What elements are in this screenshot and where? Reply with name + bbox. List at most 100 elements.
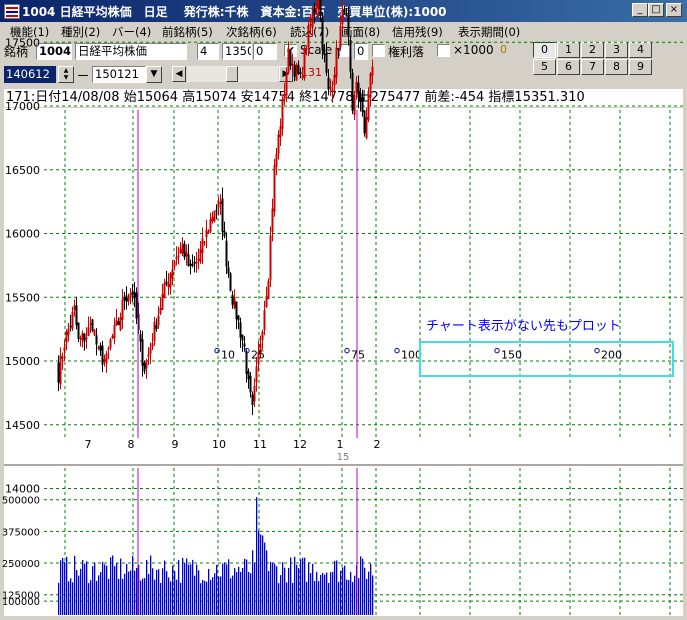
menu-screen[interactable]: 画面(8) <box>341 24 380 40</box>
period-button-4[interactable]: 4 <box>629 42 652 58</box>
period-button-2[interactable]: 2 <box>581 42 604 58</box>
period-button-3[interactable]: 3 <box>605 42 628 58</box>
future-marker-dot <box>394 347 400 354</box>
menu-period[interactable]: 表示期間(0) <box>458 24 520 40</box>
scroll-right-button[interactable]: ▶ <box>279 66 293 82</box>
chevron-down-icon[interactable]: ▼ <box>146 66 162 83</box>
scroll-left-button[interactable]: ◀ <box>172 66 186 82</box>
title-bar[interactable]: 1004 日経平均株価 日足 発行株:千株 資本金:百万 売買単位(株):100… <box>0 0 687 22</box>
candle-body <box>203 241 206 244</box>
menu-load[interactable]: 読込(7) <box>290 24 329 40</box>
candle-body <box>63 347 66 352</box>
candle-body <box>147 354 150 357</box>
period-scrollbar-thumb[interactable] <box>226 66 238 82</box>
candle-body <box>363 110 366 134</box>
candle-body <box>137 313 140 330</box>
candle-body <box>157 315 160 326</box>
stock-code-input[interactable]: 1004 <box>36 43 72 60</box>
app-icon[interactable] <box>4 4 20 19</box>
candle-body <box>111 335 114 339</box>
candle-body <box>205 229 208 238</box>
period-button-9[interactable]: 9 <box>629 59 652 75</box>
candle-body <box>177 255 180 258</box>
volume-bar <box>198 570 200 615</box>
menu-margin[interactable]: 信用残(9) <box>392 24 443 40</box>
volume-bar <box>162 568 164 615</box>
month-tick-label: 2 <box>374 438 381 451</box>
kenri-checkbox[interactable] <box>372 44 385 57</box>
scale-checkbox[interactable]: ✔ <box>284 44 297 57</box>
close-button[interactable]: × <box>666 3 682 17</box>
candle-body <box>181 244 184 254</box>
future-marker-label: 75 <box>351 349 365 362</box>
volume-bar <box>356 564 358 615</box>
volume-bar <box>58 582 60 615</box>
volume-bar <box>254 562 256 615</box>
candle-body <box>235 301 238 320</box>
volume-bar <box>216 565 218 615</box>
volume-bar <box>234 568 236 615</box>
period-button-8[interactable]: 8 <box>605 59 628 75</box>
menu-function[interactable]: 機能(1) <box>10 24 49 40</box>
zero-checkbox[interactable] <box>339 44 352 57</box>
candle-body <box>175 257 178 260</box>
candle-body <box>173 261 176 267</box>
menu-bar-type[interactable]: バー(4) <box>112 24 151 40</box>
menu-type[interactable]: 種別(2) <box>61 24 100 40</box>
period-button-1[interactable]: 1 <box>557 42 580 58</box>
candle-body <box>127 297 130 302</box>
volume-bar <box>308 562 310 615</box>
volume-bar <box>232 575 234 615</box>
stock-name-input[interactable]: 日経平均株価 <box>75 43 187 60</box>
candle-body <box>259 343 262 355</box>
candle-body <box>277 134 280 154</box>
minimize-button[interactable]: _ <box>632 3 648 17</box>
volume-bar <box>196 564 198 615</box>
candle-body <box>269 235 272 280</box>
candle-body <box>267 280 270 300</box>
volume-bar <box>118 578 120 615</box>
future-plot-markers: 102575100150200250 <box>214 347 622 362</box>
candle-body <box>291 63 294 66</box>
volume-bar <box>174 571 176 615</box>
maximize-button[interactable]: □ <box>648 3 664 17</box>
volume-bar <box>190 564 192 615</box>
volume-bar <box>304 557 306 615</box>
future-marker-label: 25 <box>251 349 265 362</box>
volume-bar <box>282 562 284 615</box>
volume-bar <box>136 567 138 615</box>
volume-bar <box>248 571 250 615</box>
x1000-checkbox[interactable] <box>437 44 450 57</box>
candle-body <box>125 295 128 302</box>
candle-body <box>95 335 98 345</box>
date-spinner[interactable]: ▲ ▼ <box>58 66 74 83</box>
param2-input[interactable]: 1350 <box>222 43 252 60</box>
volume-bar <box>192 559 194 615</box>
volume-bar <box>206 581 208 615</box>
period-button-0[interactable]: 0 <box>533 42 556 58</box>
period-button-6[interactable]: 6 <box>557 59 580 75</box>
menu-next-stock[interactable]: 次銘柄(6) <box>226 24 277 40</box>
volume-bar <box>110 557 112 615</box>
volume-bar <box>94 562 96 615</box>
date-from-input[interactable]: 140612 <box>4 66 56 83</box>
candle-body <box>121 299 124 320</box>
volume-grid: 100000125000 250000 375000 500000 <box>2 468 683 615</box>
volume-bar <box>286 582 288 615</box>
period-button-5[interactable]: 5 <box>533 59 556 75</box>
zero-field[interactable]: 0 <box>354 43 368 60</box>
period-button-7[interactable]: 7 <box>581 59 604 75</box>
param1-input[interactable]: 4 <box>197 43 219 60</box>
volume-bar <box>120 558 122 615</box>
volume-bar <box>316 571 318 615</box>
menu-prev-stock[interactable]: 前銘柄(5) <box>162 24 213 40</box>
volume-bar <box>340 570 342 615</box>
candle-body <box>119 317 122 331</box>
volume-bar <box>370 563 372 615</box>
month-tick-label: 7 <box>85 438 92 451</box>
menu-bar: 機能(1) 種別(2) バー(4) 前銘柄(5) 次銘柄(6) 読込(7) 画面… <box>0 22 687 40</box>
date-to-select[interactable]: 150121 <box>92 66 146 83</box>
month-tick-label: 12 <box>293 438 307 451</box>
param3-input[interactable]: 0 <box>253 43 277 60</box>
volume-bar <box>270 561 272 615</box>
